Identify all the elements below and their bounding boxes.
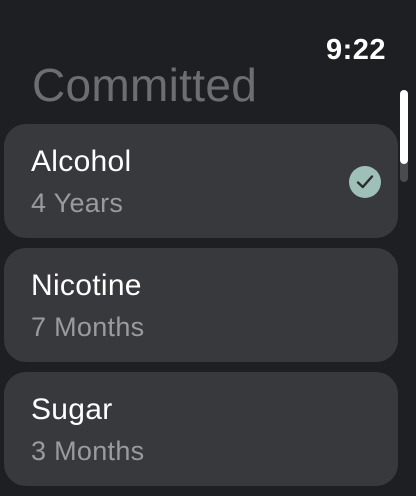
item-duration: 3 Months [31, 436, 145, 466]
item-duration: 7 Months [31, 312, 145, 342]
item-duration: 4 Years [31, 188, 124, 218]
list-item-sugar[interactable]: Sugar 3 Months [4, 372, 398, 486]
scroll-indicator[interactable] [400, 90, 408, 164]
commitment-list: Alcohol 4 Years Nicotine 7 Months Sugar … [4, 124, 398, 496]
item-title: Sugar [31, 393, 113, 426]
page-title: Committed [32, 59, 258, 111]
item-title: Alcohol [31, 145, 132, 178]
status-time: 9:22 [325, 34, 386, 66]
checkmark-circle-icon [349, 166, 381, 198]
item-title: Nicotine [31, 269, 142, 302]
watch-screen: 9:22 Committed Alcohol 4 Years Nicotine … [0, 0, 416, 496]
checkmark-icon [356, 175, 374, 189]
list-item-nicotine[interactable]: Nicotine 7 Months [4, 248, 398, 362]
list-item-alcohol[interactable]: Alcohol 4 Years [4, 124, 398, 238]
